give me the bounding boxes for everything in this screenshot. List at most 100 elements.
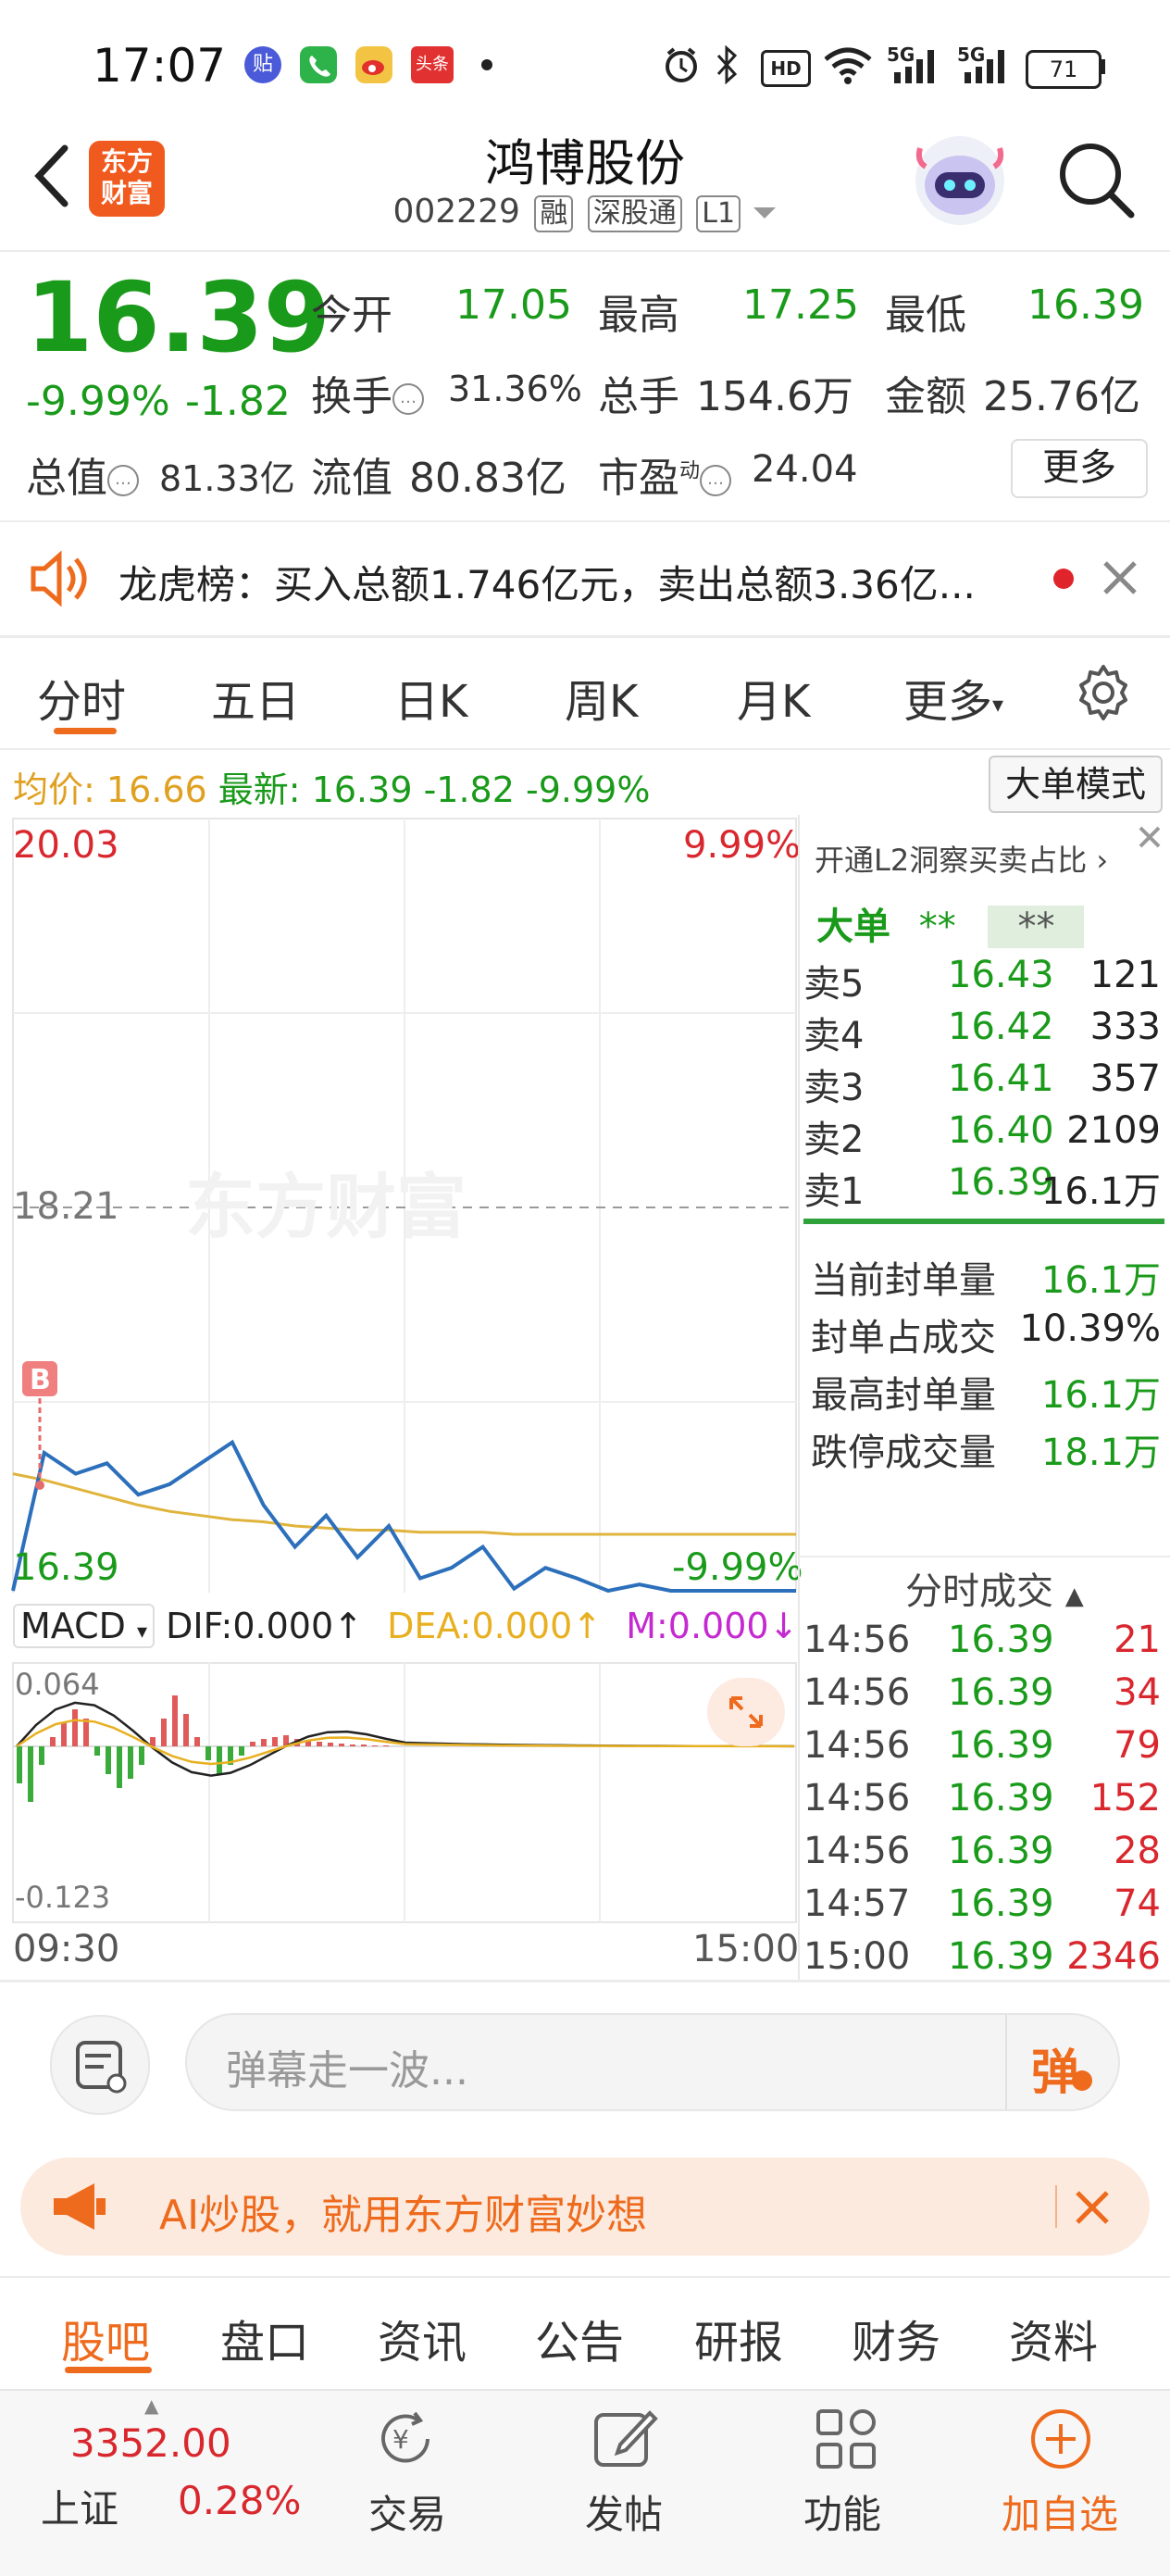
caret-up-icon[interactable]: ▲ xyxy=(144,2395,158,2417)
tab-more[interactable]: 更多▾ xyxy=(903,665,1003,730)
latest-pct: -9.99% xyxy=(526,769,651,810)
close-icon[interactable] xyxy=(1072,2187,1113,2228)
macd-chart[interactable] xyxy=(0,1661,800,1924)
ai-promo-banner[interactable]: AI炒股，就用东方财富妙想 xyxy=(20,2157,1150,2256)
avg-price-bar: 均价: 16.66 最新: 16.39 -1.82 -9.99% xyxy=(13,761,650,812)
ask-volume: 333 xyxy=(1089,1006,1161,1048)
section-tab[interactable]: 资料 xyxy=(1009,2306,1098,2370)
index-pct[interactable]: 0.28% xyxy=(178,2478,301,2523)
avg-label: 均价: xyxy=(13,769,95,810)
tab-daily-k[interactable]: 日K xyxy=(394,665,467,730)
latest-change: -1.82 xyxy=(423,769,515,810)
section-tab[interactable]: 股吧 xyxy=(61,2306,150,2370)
info-icon[interactable]: … xyxy=(107,465,139,496)
comment-list-button[interactable] xyxy=(50,2015,150,2115)
macd-bar xyxy=(250,1742,255,1746)
tick-time: 14:56 xyxy=(803,1830,911,1872)
macd-bar xyxy=(272,1737,278,1746)
macd-bar xyxy=(128,1746,133,1779)
nav-post[interactable]: 发帖 xyxy=(585,2483,663,2540)
big-order-row: 大单 ** ** xyxy=(816,896,1085,950)
close-icon[interactable] xyxy=(1102,559,1139,596)
tab-five-day[interactable]: 五日 xyxy=(211,665,300,730)
add-watchlist-icon[interactable] xyxy=(1026,2404,1096,2474)
caret-down-icon: ▾ xyxy=(992,692,1004,718)
section-tab[interactable]: 盘口 xyxy=(220,2306,309,2370)
battery-tip xyxy=(1100,59,1105,74)
tab-intraday[interactable]: 分时 xyxy=(37,665,126,730)
section-tab[interactable]: 资讯 xyxy=(378,2306,467,2370)
time-start: 09:30 xyxy=(13,1928,120,1970)
gear-icon[interactable] xyxy=(1074,663,1133,722)
caret-up-icon[interactable]: ▲ xyxy=(1065,1582,1084,1610)
macd-bar xyxy=(361,1744,367,1746)
change-amount: -1.82 xyxy=(185,378,291,425)
svg-text:5G: 5G xyxy=(957,44,985,66)
functions-grid-icon[interactable] xyxy=(811,2404,881,2474)
ticks-title: 分时成交 ▲ xyxy=(905,1561,1084,1615)
nav-functions[interactable]: 功能 xyxy=(803,2483,881,2540)
close-icon[interactable] xyxy=(1135,822,1164,852)
tag-level[interactable]: L1 xyxy=(696,195,741,232)
seal-stat-label: 当前封单量 xyxy=(811,1259,996,1302)
latest-label: 最新: xyxy=(218,769,301,810)
value-amount: 25.76亿 xyxy=(983,373,1140,420)
macd-dif: DIF:0.000 xyxy=(166,1606,334,1646)
danmu-placeholder: 弹幕走一波... xyxy=(226,2047,468,2095)
big-order-mode-button[interactable]: 大单模式 xyxy=(989,756,1163,813)
divider xyxy=(0,635,1170,638)
search-icon[interactable] xyxy=(1055,139,1139,222)
tick-volume: 34 xyxy=(1114,1671,1161,1714)
trade-icon[interactable]: ¥ xyxy=(370,2404,441,2474)
intraday-chart[interactable]: 东方财富 B xyxy=(0,815,800,1593)
nav-trade[interactable]: 交易 xyxy=(368,2483,446,2540)
macd-bar xyxy=(50,1737,56,1746)
value-mktcap: 81.33亿 xyxy=(159,458,295,499)
ask-price: 16.39 xyxy=(948,1161,1054,1204)
ai-robot-avatar-icon[interactable] xyxy=(909,130,1011,231)
tab-monthly-k[interactable]: 月K xyxy=(737,665,810,730)
big-order-label: 大单 xyxy=(816,906,890,948)
ai-promo-text: AI炒股，就用东方财富妙想 xyxy=(159,2192,648,2239)
divider xyxy=(0,1980,1170,1982)
comment-list-icon xyxy=(76,2041,127,2094)
expand-button[interactable] xyxy=(707,1678,785,1746)
index-name[interactable]: 上证 xyxy=(41,2478,118,2534)
macd-top-value: 0.064 xyxy=(15,1667,100,1702)
macd-selector[interactable]: MACD ▾ xyxy=(13,1604,156,1648)
tab-weekly-k[interactable]: 周K xyxy=(565,665,638,730)
ask-price: 16.41 xyxy=(948,1057,1054,1100)
divider xyxy=(798,1556,1170,1557)
bluetooth-icon xyxy=(716,44,738,85)
info-icon[interactable]: … xyxy=(700,465,732,496)
tag-margin: 融 xyxy=(534,195,574,232)
compose-icon[interactable] xyxy=(589,2404,659,2474)
more-button[interactable]: 更多 xyxy=(1011,439,1148,498)
seal-stat-label: 跌停成交量 xyxy=(811,1432,996,1474)
seal-stat-value: 16.1万 xyxy=(1040,1259,1161,1302)
dot-icon xyxy=(481,59,492,70)
ask-label: 卖1 xyxy=(803,1170,865,1213)
notice-text[interactable]: 龙虎榜：买入总额1.746亿元，卖出总额3.36亿... xyxy=(118,554,1026,610)
ask-price: 16.40 xyxy=(948,1109,1054,1152)
tick-time: 14:57 xyxy=(803,1882,911,1925)
tick-time: 14:56 xyxy=(803,1777,911,1819)
section-tab[interactable]: 公告 xyxy=(535,2306,624,2370)
tick-price: 16.39 xyxy=(948,1671,1054,1714)
danmu-input[interactable]: 弹幕走一波... 弹 xyxy=(185,2013,1120,2111)
l2-promo[interactable]: 开通L2洞察买卖占比 › xyxy=(815,837,1108,880)
section-tab[interactable]: 财务 xyxy=(852,2306,940,2370)
arrow-down-icon: ↓ xyxy=(768,1606,799,1646)
info-icon[interactable]: … xyxy=(392,383,424,415)
label-turnover-text: 换手 xyxy=(311,373,392,420)
section-tab[interactable]: 研报 xyxy=(694,2306,783,2370)
nav-add-watchlist[interactable]: 加自选 xyxy=(1002,2483,1118,2540)
label-pe-text: 市盈 xyxy=(598,455,679,502)
tick-time: 14:56 xyxy=(803,1724,911,1767)
macd-bar xyxy=(117,1746,122,1788)
macd-bar xyxy=(372,1745,378,1746)
tick-price: 16.39 xyxy=(948,1777,1054,1819)
chevron-down-icon[interactable] xyxy=(752,204,778,222)
index-value[interactable]: 3352.00 xyxy=(70,2420,231,2466)
danmu-toggle-icon[interactable]: 弹 xyxy=(1031,2033,1079,2103)
